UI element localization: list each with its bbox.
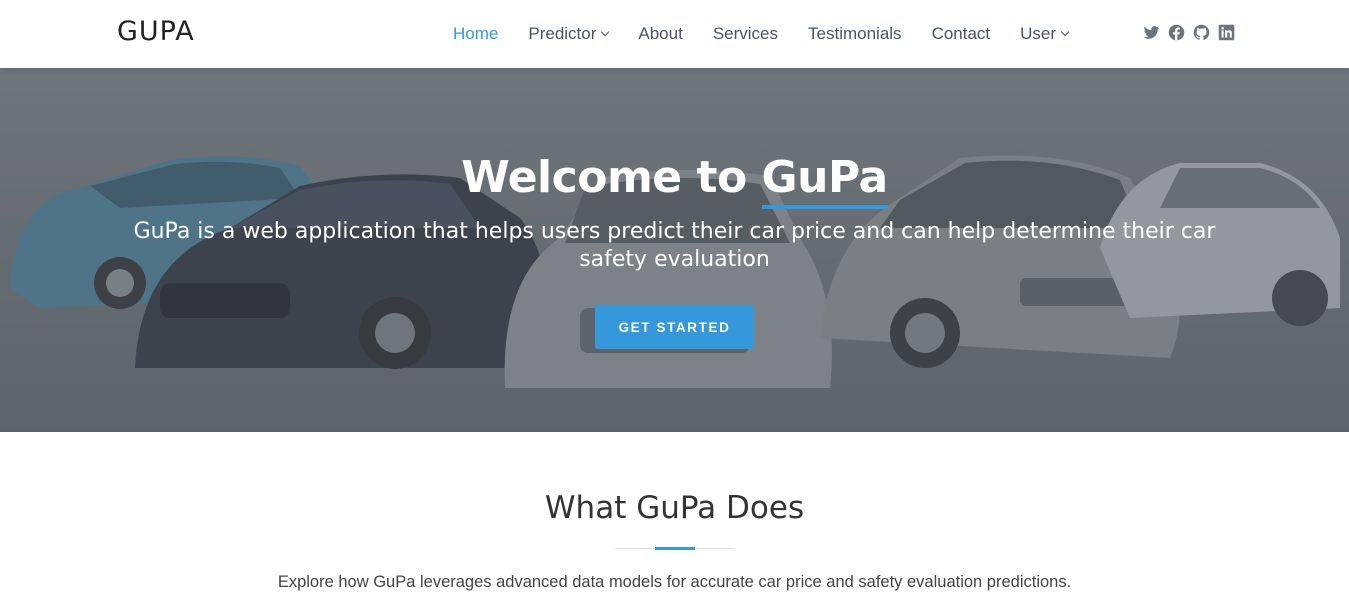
hero-subtitle: GuPa is a web application that helps use… bbox=[133, 219, 1216, 272]
linkedin-icon[interactable] bbox=[1218, 24, 1235, 41]
nav-contact-label: Contact bbox=[931, 24, 991, 43]
nav-services-label: Services bbox=[712, 24, 779, 43]
nav-predictor[interactable]: Predictor bbox=[528, 24, 610, 44]
nav-testimonials-label: Testimonials bbox=[808, 24, 902, 43]
nav-home-label: Home bbox=[453, 24, 499, 43]
logo[interactable]: GUPA bbox=[117, 16, 195, 47]
nav-services[interactable]: Services bbox=[713, 24, 778, 44]
get-started-button[interactable]: GET STARTED bbox=[595, 305, 754, 349]
social-links bbox=[1143, 24, 1235, 41]
hero-title-prefix: Welcome to bbox=[461, 152, 762, 203]
chevron-down-icon bbox=[601, 27, 610, 37]
main-nav: Home Predictor About Services Testimonia… bbox=[453, 0, 1098, 68]
hero-title: Welcome to GuPa bbox=[0, 152, 1349, 209]
hero-section: Welcome to GuPa GuPa is a web applicatio… bbox=[0, 68, 1349, 432]
twitter-icon[interactable] bbox=[1143, 24, 1160, 41]
nav-testimonials[interactable]: Testimonials bbox=[808, 24, 902, 44]
nav-about-label: About bbox=[638, 24, 683, 43]
section-description: Explore how GuPa leverages advanced data… bbox=[277, 573, 1072, 591]
site-header: GUPA Home Predictor About Services Testi… bbox=[0, 0, 1349, 68]
section-title: What GuPa Does bbox=[544, 490, 805, 526]
nav-about[interactable]: About bbox=[638, 24, 682, 44]
chevron-down-icon bbox=[1060, 27, 1070, 37]
nav-home[interactable]: Home bbox=[453, 24, 498, 44]
hero-title-brand: GuPa bbox=[761, 152, 888, 209]
nav-predictor-label: Predictor bbox=[528, 24, 597, 43]
nav-contact[interactable]: Contact bbox=[932, 24, 991, 44]
nav-user[interactable]: User bbox=[1020, 24, 1070, 44]
nav-user-label: User bbox=[1020, 24, 1057, 43]
github-icon[interactable] bbox=[1193, 24, 1210, 41]
facebook-icon[interactable] bbox=[1168, 24, 1185, 41]
section-divider-accent bbox=[655, 547, 695, 550]
